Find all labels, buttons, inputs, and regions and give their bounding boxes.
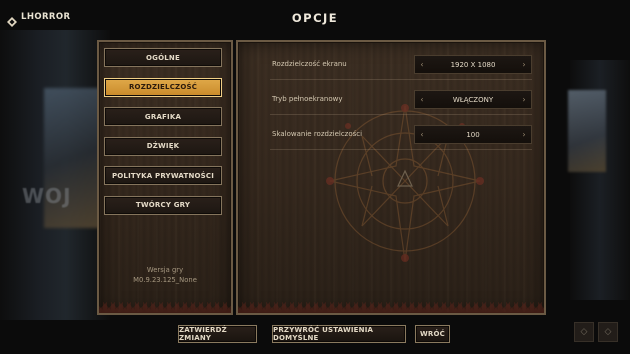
menu-item-label: TWÓRCY GRY — [135, 201, 191, 209]
resolution-selector[interactable]: ‹ 1920 X 1080 › — [414, 55, 532, 74]
setting-row-scaling: Skalowanie rozdzielczości ‹ 100 › — [262, 125, 532, 150]
menu-item-general[interactable]: OGÓLNE — [104, 48, 222, 67]
setting-row-fullscreen: Tryb pełnoekranowy ‹ WŁĄCZONY › — [262, 90, 532, 115]
options-menu: OGÓLNE ROZDZIELCZOŚĆ GRAFIKA DŹWIĘK POLI… — [104, 48, 222, 225]
chevron-right-icon[interactable]: › — [517, 60, 531, 69]
setting-row-resolution: Rozdzielczość ekranu ‹ 1920 X 1080 › — [262, 55, 532, 80]
background-card-right — [568, 90, 606, 172]
top-bar: LHORROR OPCJE — [0, 0, 630, 34]
menu-item-credits[interactable]: TWÓRCY GRY — [104, 195, 222, 215]
corner-action-icon[interactable]: ◇ — [574, 322, 594, 342]
chevron-left-icon[interactable]: ‹ — [415, 95, 429, 104]
panel-trim — [238, 299, 544, 313]
menu-item-privacy-policy[interactable]: POLITYKA PRYWATNOŚCI — [104, 166, 222, 185]
version-value: M0.9.23.125_None — [133, 276, 197, 284]
menu-item-label: POLITYKA PRYWATNOŚCI — [111, 171, 215, 180]
row-divider — [270, 114, 532, 115]
selector-value: 100 — [466, 130, 480, 139]
menu-item-resolution[interactable]: ROZDZIELCZOŚĆ — [104, 77, 222, 97]
corner-action-icon[interactable]: ◇ — [598, 322, 618, 342]
selector-value: 1920 X 1080 — [450, 60, 496, 69]
version-label: Wersja gry — [146, 266, 184, 274]
confirm-changes-button[interactable]: ZATWIERDŹ ZMIANY — [178, 325, 257, 343]
chevron-right-icon[interactable]: › — [517, 95, 531, 104]
row-divider — [270, 149, 532, 150]
setting-label: Tryb pełnoekranowy — [272, 95, 343, 103]
menu-item-label: GRAFIKA — [144, 112, 182, 121]
menu-item-label: OGÓLNE — [146, 53, 180, 62]
menu-item-label: DŹWIĘK — [146, 142, 180, 150]
background-logo: WOJ — [22, 184, 72, 208]
game-version: Wersja gry M0.9.23.125_None — [97, 265, 233, 285]
menu-item-sound[interactable]: DŹWIĘK — [104, 136, 222, 156]
chevron-right-icon[interactable]: › — [517, 130, 531, 139]
fullscreen-selector[interactable]: ‹ WŁĄCZONY › — [414, 90, 532, 109]
menu-item-label: ROZDZIELCZOŚĆ — [128, 83, 198, 91]
page-title: OPCJE — [291, 11, 339, 25]
scaling-selector[interactable]: ‹ 100 › — [414, 125, 532, 144]
menu-item-graphics[interactable]: GRAFIKA — [104, 107, 222, 126]
chevron-left-icon[interactable]: ‹ — [415, 60, 429, 69]
back-button[interactable]: WRÓĆ — [415, 325, 450, 343]
setting-label: Skalowanie rozdzielczości — [272, 130, 363, 138]
chevron-left-icon[interactable]: ‹ — [415, 130, 429, 139]
selector-value: WŁĄCZONY — [452, 95, 494, 104]
restore-defaults-button[interactable]: PRZYWRÓĆ USTAWIENIA DOMYŚLNE — [272, 325, 406, 343]
row-divider — [270, 79, 532, 80]
panel-trim — [99, 299, 231, 313]
setting-label: Rozdzielczość ekranu — [272, 60, 347, 68]
